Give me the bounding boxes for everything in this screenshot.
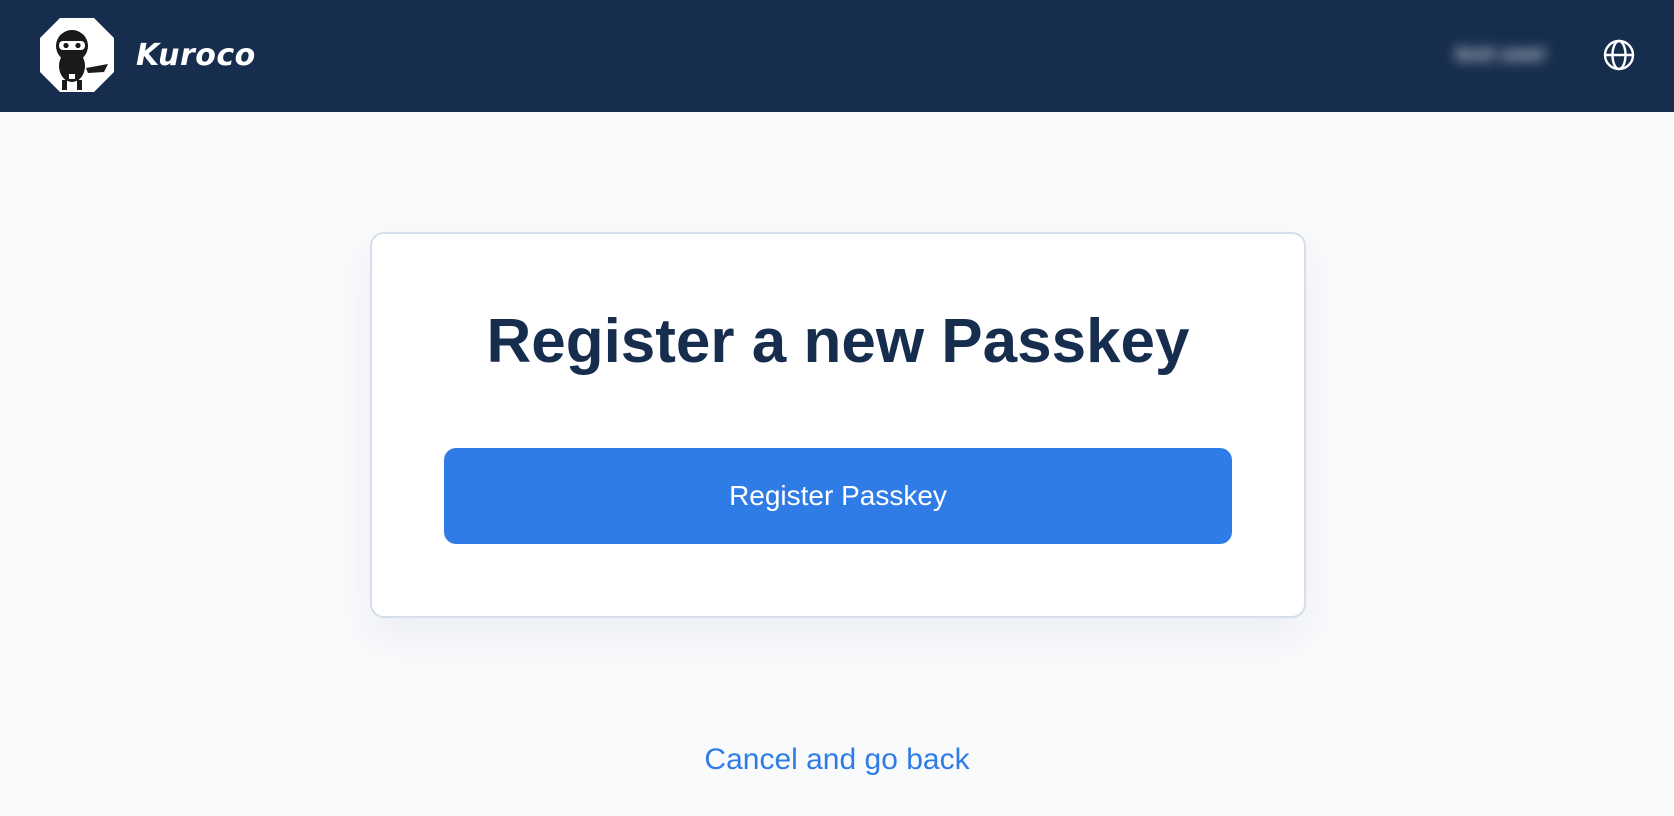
top-header: Kuroco test user [0,0,1674,112]
user-name[interactable]: test user [1436,38,1566,70]
passkey-card: Register a new Passkey Register Passkey [370,232,1306,618]
cancel-and-go-back-link[interactable]: Cancel and go back [704,743,969,776]
page-title: Register a new Passkey [486,307,1190,376]
ninja-logo-icon [40,18,114,92]
brand-link[interactable]: Kuroco [38,16,256,94]
register-passkey-button[interactable]: Register Passkey [444,448,1232,544]
cancel-link-row: Cancel and go back [0,738,1674,782]
brand-name: Kuroco [136,37,256,73]
globe-icon[interactable] [1602,38,1636,72]
